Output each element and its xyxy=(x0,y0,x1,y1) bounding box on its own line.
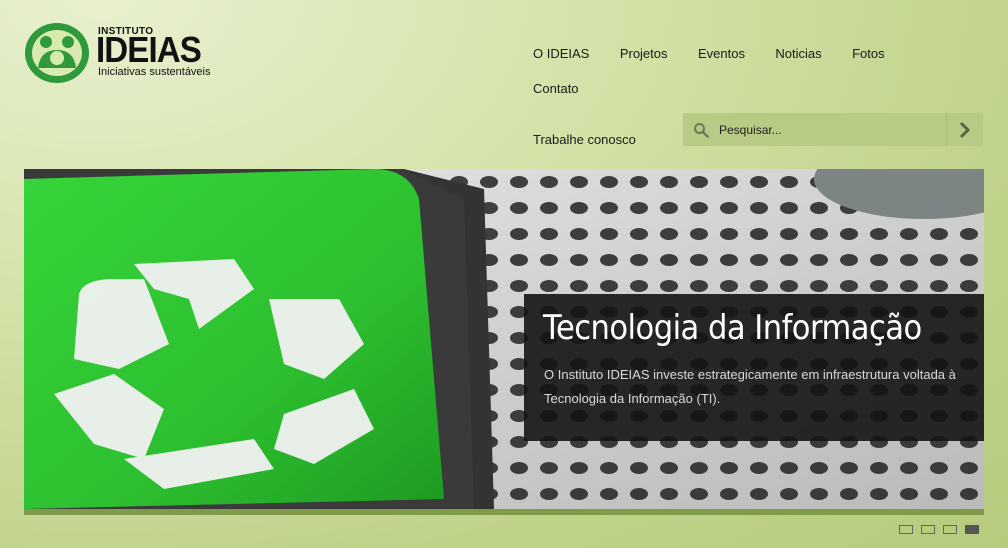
pager-dot[interactable] xyxy=(943,525,957,534)
logo-icon xyxy=(25,23,89,83)
nav-item-trabalhe-conosco[interactable]: Trabalhe conosco xyxy=(520,122,649,157)
nav-item-eventos[interactable]: Eventos xyxy=(685,36,758,71)
slide-title: Tecnologia da Informação xyxy=(543,308,922,348)
slider-pager xyxy=(899,525,987,535)
nav-item-fotos[interactable]: Fotos xyxy=(839,36,898,71)
search-input[interactable] xyxy=(719,113,939,146)
nav-item-o-ideias[interactable]: O IDEIAS xyxy=(520,36,602,71)
pager-dot[interactable] xyxy=(921,525,935,534)
pager-dot[interactable] xyxy=(899,525,913,534)
chevron-right-icon xyxy=(959,121,971,138)
site-logo[interactable]: INSTITUTO IDEIAS Iniciativas sustentávei… xyxy=(24,20,224,84)
search-submit-button[interactable] xyxy=(946,113,983,146)
nav-item-noticias[interactable]: Noticias xyxy=(762,36,834,71)
nav-item-contato[interactable]: Contato xyxy=(520,71,592,106)
search-box xyxy=(683,113,983,146)
nav-item-projetos[interactable]: Projetos xyxy=(607,36,681,71)
slider-bar xyxy=(24,509,984,515)
logo-name: IDEIAS xyxy=(96,29,202,70)
slide-caption: Tecnologia da Informação O Instituto IDE… xyxy=(524,294,984,441)
nav-row: O IDEIAS Projetos Eventos Noticias Fotos… xyxy=(520,36,950,106)
logo-tagline: Iniciativas sustentáveis xyxy=(98,66,211,78)
slide-text: O Instituto IDEIAS investe estrategicame… xyxy=(544,367,956,406)
search-icon xyxy=(694,123,709,138)
pager-dot-active[interactable] xyxy=(965,525,979,534)
